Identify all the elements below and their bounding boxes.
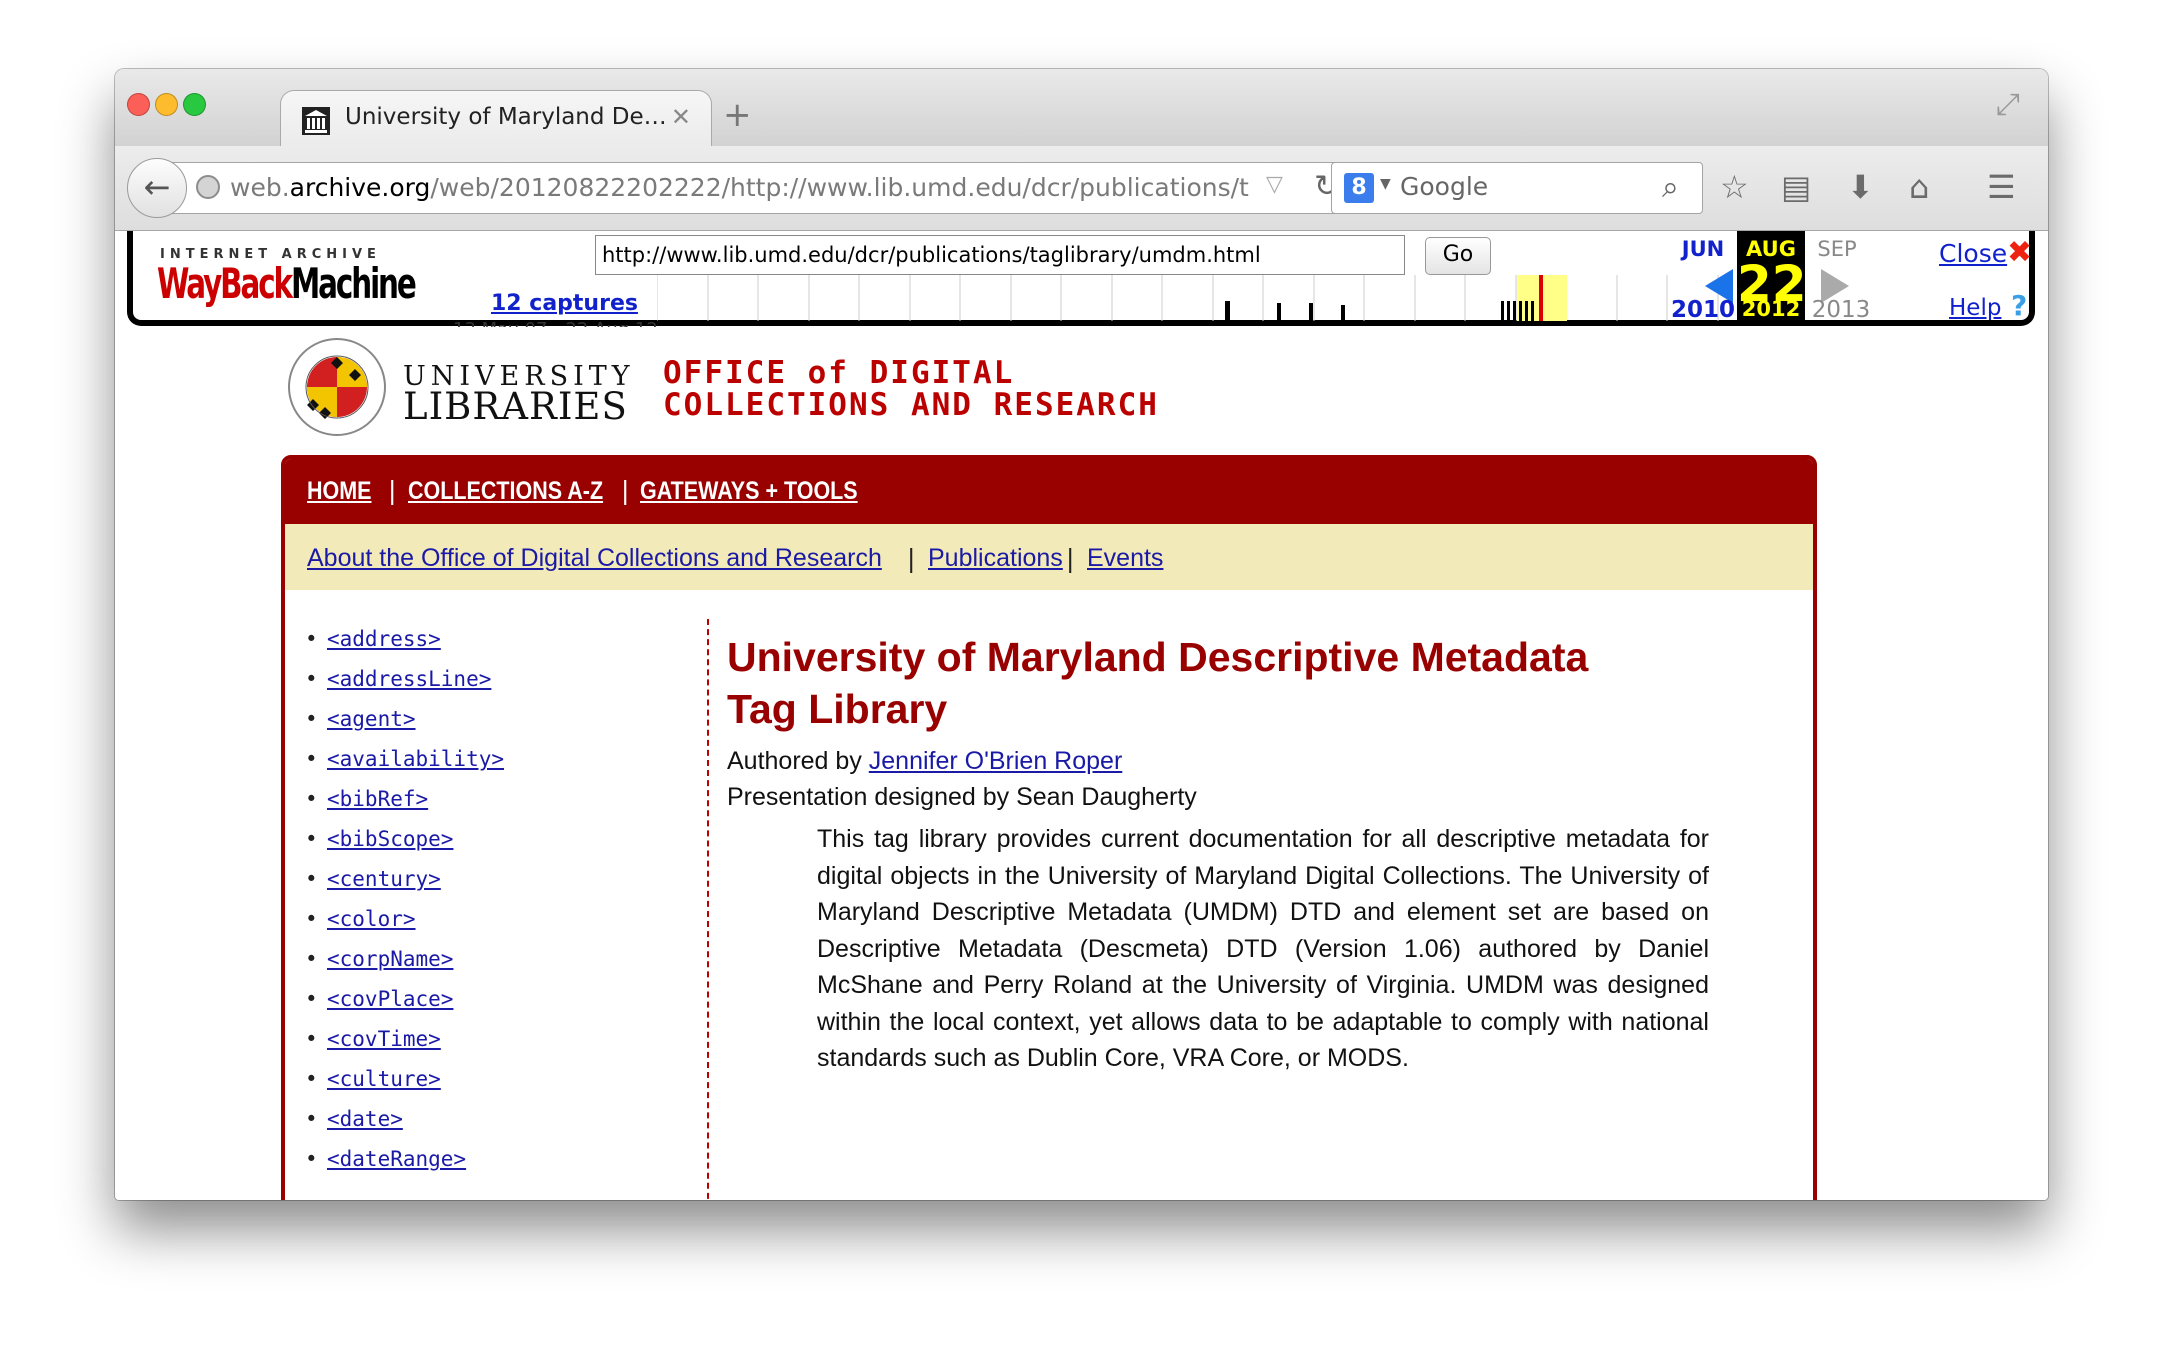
- tag-list-item[interactable]: • <century>: [305, 867, 441, 891]
- reading-list-icon[interactable]: ▤: [1781, 168, 1811, 206]
- museum-icon: [302, 107, 330, 135]
- page-title-line2: Tag Library: [727, 686, 948, 732]
- home-icon[interactable]: ⌂: [1909, 168, 1929, 206]
- captures-sparkline[interactable]: [657, 275, 1721, 321]
- bookmark-star-icon[interactable]: ☆: [1720, 168, 1749, 206]
- tag-list-item[interactable]: • <culture>: [305, 1067, 441, 1091]
- authored-by: Authored by Jennifer O'Brien Roper: [727, 747, 1123, 775]
- browser-tab[interactable]: University of Maryland De… ✕: [280, 90, 712, 148]
- university-seal-logo[interactable]: [287, 337, 387, 437]
- tag-list-item[interactable]: • <corpName>: [305, 947, 453, 971]
- about-office-link[interactable]: About the Office of Digital Collections …: [307, 544, 882, 573]
- nav-home-link[interactable]: HOME: [307, 477, 372, 506]
- nav-gateways-link[interactable]: GATEWAYS + TOOLS: [640, 477, 858, 506]
- main-nav: HOME | COLLECTIONS A-Z | GATEWAYS + TOOL…: [285, 459, 1813, 524]
- close-x-icon[interactable]: ✖: [2007, 235, 2032, 270]
- google-icon[interactable]: 8: [1344, 173, 1374, 203]
- wayback-machine-logo[interactable]: WayBackMachine: [157, 259, 417, 308]
- presentation-credit: Presentation designed by Sean Daugherty: [727, 783, 1197, 811]
- tag-list-item[interactable]: • <covPlace>: [305, 987, 453, 1011]
- sub-nav: About the Office of Digital Collections …: [285, 524, 1813, 590]
- close-tab-icon[interactable]: ✕: [671, 103, 691, 131]
- navigation-bar: web.archive.org/web/20120822202222/http:…: [115, 146, 2048, 231]
- url-dropdown-icon[interactable]: ▽: [1266, 172, 1283, 197]
- search-input[interactable]: Google: [1400, 172, 1488, 201]
- office-title-line2: COLLECTIONS AND RESEARCH: [663, 387, 1159, 423]
- address-url[interactable]: web.archive.org/web/20120822202222/http:…: [230, 173, 1260, 202]
- globe-icon: [196, 175, 220, 199]
- tag-list-item[interactable]: • <dateRange>: [305, 1147, 466, 1171]
- nav-separator: |: [621, 476, 630, 505]
- menu-icon[interactable]: ☰: [1987, 168, 2016, 206]
- prev-year-link[interactable]: 2010: [1667, 297, 1739, 323]
- search-bar[interactable]: 8 ▼ Google ⌕: [1331, 162, 1703, 214]
- minimize-window-button[interactable]: [155, 93, 178, 116]
- publications-link[interactable]: Publications: [928, 544, 1063, 573]
- tag-list-item[interactable]: • <addressLine>: [305, 667, 491, 691]
- content-frame: HOME | COLLECTIONS A-Z | GATEWAYS + TOOL…: [281, 455, 1817, 1200]
- close-window-button[interactable]: [127, 93, 150, 116]
- wayback-help-link[interactable]: Help: [1949, 295, 2001, 321]
- abstract-paragraph: This tag library provides current docume…: [817, 825, 1709, 1072]
- search-engine-dropdown-icon[interactable]: ▼: [1380, 176, 1391, 192]
- author-link[interactable]: Jennifer O'Brien Roper: [869, 747, 1123, 775]
- tag-list-item[interactable]: • <agent>: [305, 707, 416, 731]
- tag-list-item[interactable]: • <address>: [305, 627, 441, 651]
- zoom-window-button[interactable]: [183, 93, 206, 116]
- wayback-close-link[interactable]: Close: [1939, 239, 2007, 268]
- captures-link[interactable]: 12 captures: [491, 291, 638, 316]
- column-divider: [707, 619, 709, 1200]
- nav-separator: |: [388, 476, 397, 505]
- wayback-url-input[interactable]: http://www.lib.umd.edu/dcr/publications/…: [595, 235, 1405, 275]
- help-question-icon[interactable]: ?: [2011, 289, 2027, 322]
- page-content: UNIVERSITY LIBRARIES OFFICE of DIGITAL C…: [115, 327, 2048, 1200]
- current-capture-date: AUG 22 2012: [1737, 231, 1807, 321]
- new-tab-button[interactable]: +: [723, 95, 752, 135]
- subnav-separator: |: [1066, 544, 1075, 573]
- current-year: 2012: [1741, 297, 1801, 321]
- title-bar: University of Maryland De… ✕ + ⤢: [115, 69, 2048, 148]
- next-year-label: 2013: [1811, 297, 1871, 323]
- address-bar[interactable]: web.archive.org/web/20120822202222/http:…: [165, 162, 1365, 214]
- next-month-label: SEP: [1817, 237, 1857, 261]
- page-title-line1: University of Maryland Descriptive Metad…: [727, 634, 1589, 680]
- events-link[interactable]: Events: [1087, 544, 1163, 573]
- download-icon[interactable]: ⬇: [1847, 168, 1874, 206]
- browser-window: University of Maryland De… ✕ + ⤢ web.arc…: [115, 69, 2048, 1200]
- tag-list-item[interactable]: • <bibRef>: [305, 787, 428, 811]
- libraries-wordmark: LIBRARIES: [403, 385, 628, 428]
- search-icon[interactable]: ⌕: [1662, 170, 1679, 205]
- nav-collections-link[interactable]: COLLECTIONS A-Z: [408, 477, 603, 506]
- tag-list-item[interactable]: • <color>: [305, 907, 416, 931]
- tag-list-item[interactable]: • <bibScope>: [305, 827, 453, 851]
- prev-month-link[interactable]: JUN: [1673, 237, 1733, 261]
- back-arrow-icon[interactable]: ←: [127, 158, 187, 218]
- fullscreen-icon[interactable]: ⤢: [1996, 87, 2020, 122]
- wayback-toolbar: INTERNET ARCHIVE WayBackMachine http://w…: [127, 231, 2035, 340]
- subnav-separator: |: [907, 544, 916, 573]
- tag-list-item[interactable]: • <availability>: [305, 747, 504, 771]
- tag-list-item[interactable]: • <date>: [305, 1107, 403, 1131]
- office-title-line1: OFFICE of DIGITAL: [663, 355, 1015, 391]
- wayback-go-button[interactable]: Go: [1425, 237, 1491, 275]
- tag-list-item[interactable]: • <covTime>: [305, 1027, 441, 1051]
- tab-title: University of Maryland De…: [345, 104, 667, 130]
